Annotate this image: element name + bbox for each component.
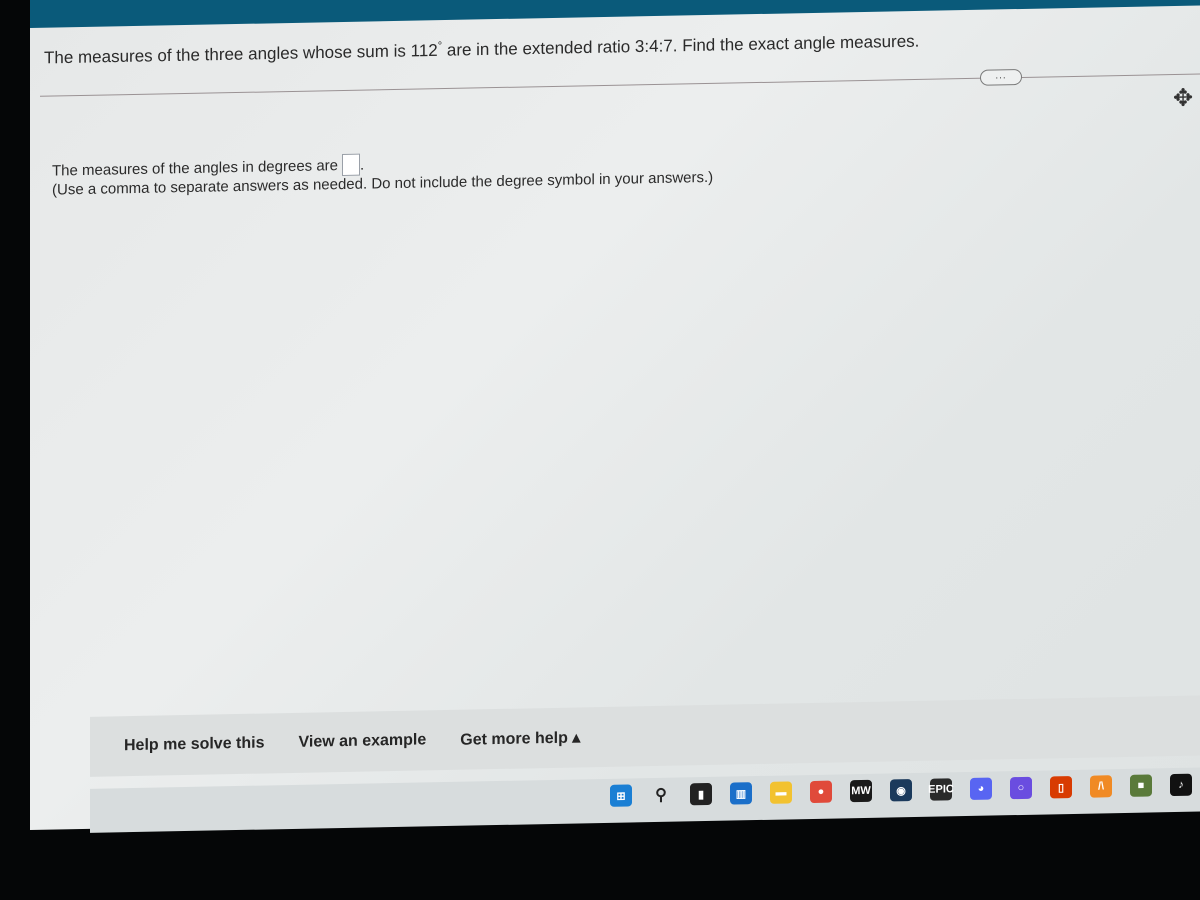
expand-more-button[interactable]: ... — [980, 68, 1022, 86]
file-explorer-icon[interactable]: ▬ — [770, 781, 792, 804]
taskbar: ⊞ ⚲ ▮ ▥ ▬ ● MW ◉ EPIC ◕ ○ ▯ /\ ■ ♪ — [90, 767, 1200, 833]
discord-icon[interactable]: ◕ — [970, 777, 992, 800]
top-banner — [30, 0, 1200, 28]
question-text-end: are in the extended ratio 3:4:7. Find th… — [442, 31, 920, 60]
widgets-icon[interactable]: ▥ — [730, 782, 752, 805]
fl-studio-icon[interactable]: /\ — [1090, 775, 1112, 798]
help-bar: Help me solve this View an example Get m… — [90, 694, 1200, 777]
question-text: The measures of the three angles whose s… — [44, 31, 919, 68]
tiktok-icon[interactable]: ♪ — [1170, 773, 1192, 797]
get-more-help-link[interactable]: Get more help ▴ — [460, 727, 580, 749]
help-me-solve-link[interactable]: Help me solve this — [124, 734, 265, 755]
epic-games-icon[interactable]: EPIC — [928, 778, 954, 801]
task-view-icon[interactable]: ▮ — [690, 782, 712, 806]
divider — [40, 73, 1200, 97]
move-icon[interactable]: ✥ — [1170, 85, 1196, 112]
answer-trailing-period: . — [360, 156, 365, 174]
view-example-link[interactable]: View an example — [299, 731, 427, 751]
minecraft-icon[interactable]: ■ — [1130, 774, 1152, 797]
steam-icon[interactable]: ◉ — [890, 779, 912, 802]
answer-input[interactable] — [342, 153, 361, 177]
screen: The measures of the three angles whose s… — [30, 0, 1200, 833]
app-circle-icon[interactable]: ○ — [1010, 776, 1032, 800]
search-icon[interactable]: ⚲ — [650, 783, 672, 807]
mw-game-icon[interactable]: MW — [850, 779, 872, 803]
office-icon[interactable]: ▯ — [1050, 775, 1072, 799]
question-text-start: The measures of the three angles whose s… — [44, 40, 438, 68]
windows-start-icon[interactable]: ⊞ — [610, 784, 632, 807]
taskbar-icons: ⊞ ⚲ ▮ ▥ ▬ ● MW ◉ EPIC ◕ ○ ▯ /\ ■ ♪ — [610, 773, 1192, 807]
answer-prompt: The measures of the angles in degrees ar… — [52, 156, 339, 180]
chrome-icon[interactable]: ● — [810, 780, 832, 804]
